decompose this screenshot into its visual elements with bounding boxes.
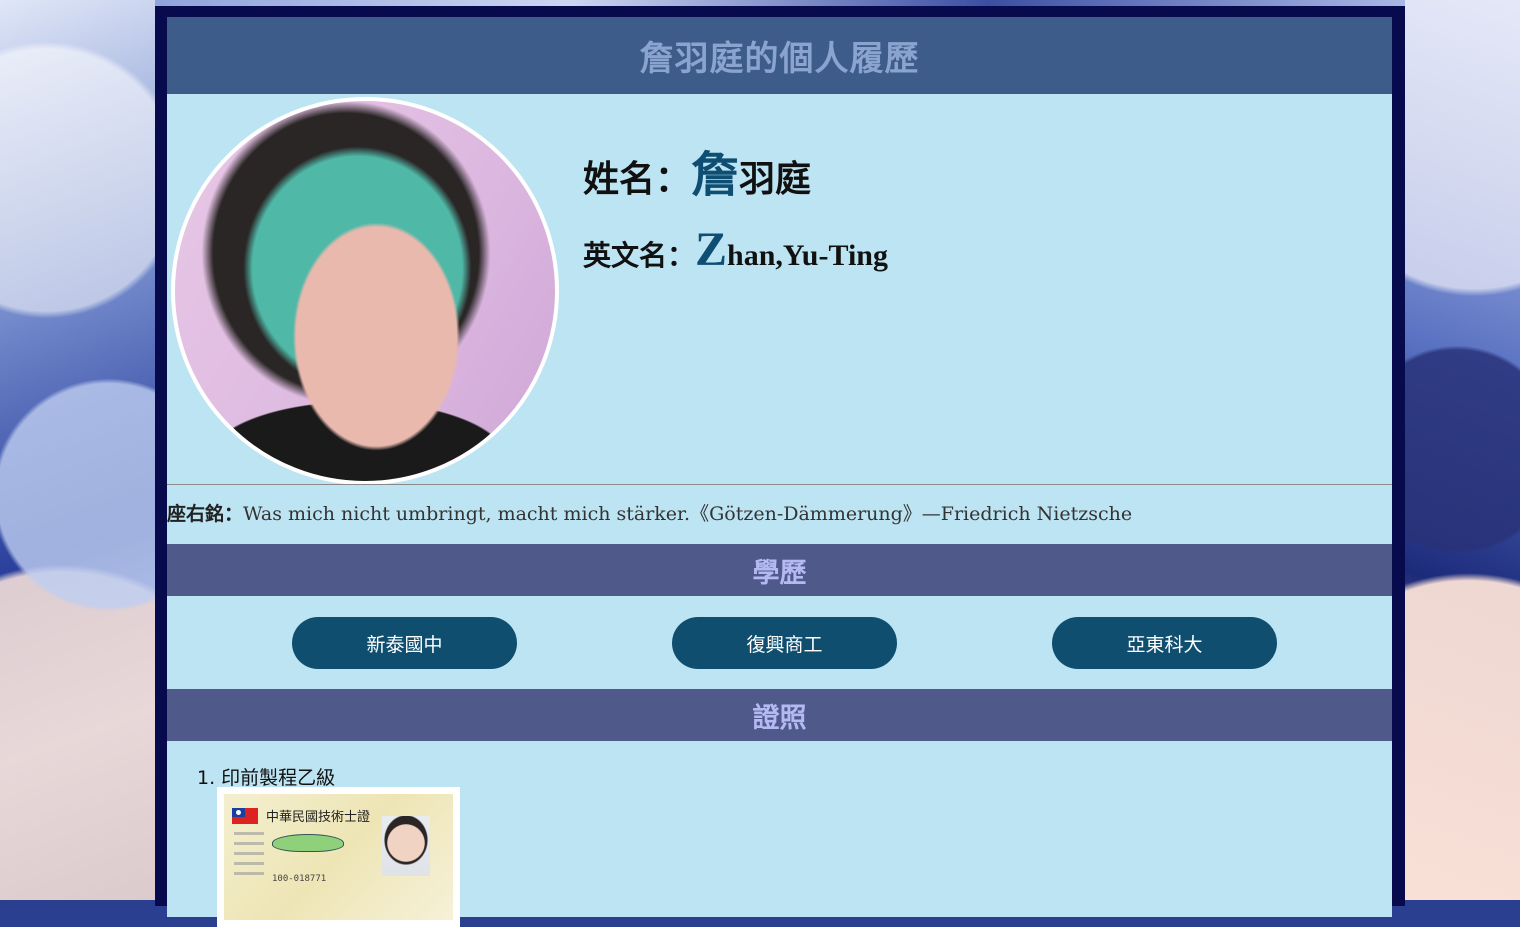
- divider: [167, 484, 1392, 485]
- motto: 座右銘：Was mich nicht umbringt, macht mich …: [167, 499, 1132, 526]
- english-name-label: 英文名：: [583, 239, 696, 272]
- certificate-image: 中華民國技術士證 100-018771: [217, 787, 460, 927]
- certificate-photo: [382, 816, 430, 876]
- motto-text: Was mich nicht umbringt, macht mich stär…: [243, 503, 1133, 525]
- english-name-line: 英文名：Zhan,Yu-Ting: [583, 222, 888, 277]
- name-rest: 羽庭: [739, 159, 812, 200]
- motto-label: 座右銘：: [167, 503, 244, 525]
- background-illustration-right: [1405, 0, 1520, 900]
- certificate-list-item: 1. 印前製程乙級: [197, 763, 335, 790]
- certificate-card-fields: [234, 832, 264, 882]
- education-title: 學歷: [752, 557, 807, 589]
- name-line: 姓名：詹羽庭: [583, 135, 811, 205]
- title-bar: 詹羽庭的個人履歷: [167, 17, 1392, 94]
- name-first-char: 詹: [691, 147, 740, 203]
- resume-page: 詹羽庭的個人履歷 姓名：詹羽庭 英文名：Zhan,Yu-Ting 座右銘：Was…: [167, 17, 1392, 927]
- school-button-1[interactable]: 新泰國中: [292, 617, 517, 669]
- certificate-card: 中華民國技術士證 100-018771: [224, 794, 453, 920]
- profile-photo: [171, 97, 559, 485]
- page-title: 詹羽庭的個人履歷: [639, 39, 920, 79]
- certificate-number: 1.: [197, 767, 216, 789]
- certificates-title: 證照: [752, 702, 807, 734]
- certificate-card-title: 中華民國技術士證: [266, 810, 371, 825]
- english-name-rest: han,Yu-Ting: [727, 239, 888, 272]
- school-button-2[interactable]: 復興商工: [672, 617, 897, 669]
- certificates-header: 證照: [167, 689, 1392, 741]
- education-header: 學歷: [167, 544, 1392, 596]
- name-label: 姓名：: [583, 159, 692, 200]
- flag-icon: [232, 808, 258, 824]
- certificate-card-number: 100-018771: [272, 874, 327, 884]
- crocodile-sticker-icon: [272, 834, 344, 852]
- english-name-first-char: Z: [695, 223, 728, 276]
- school-button-3[interactable]: 亞東科大: [1052, 617, 1277, 669]
- background-illustration-left: [0, 0, 155, 900]
- certificate-name: 印前製程乙級: [221, 767, 336, 789]
